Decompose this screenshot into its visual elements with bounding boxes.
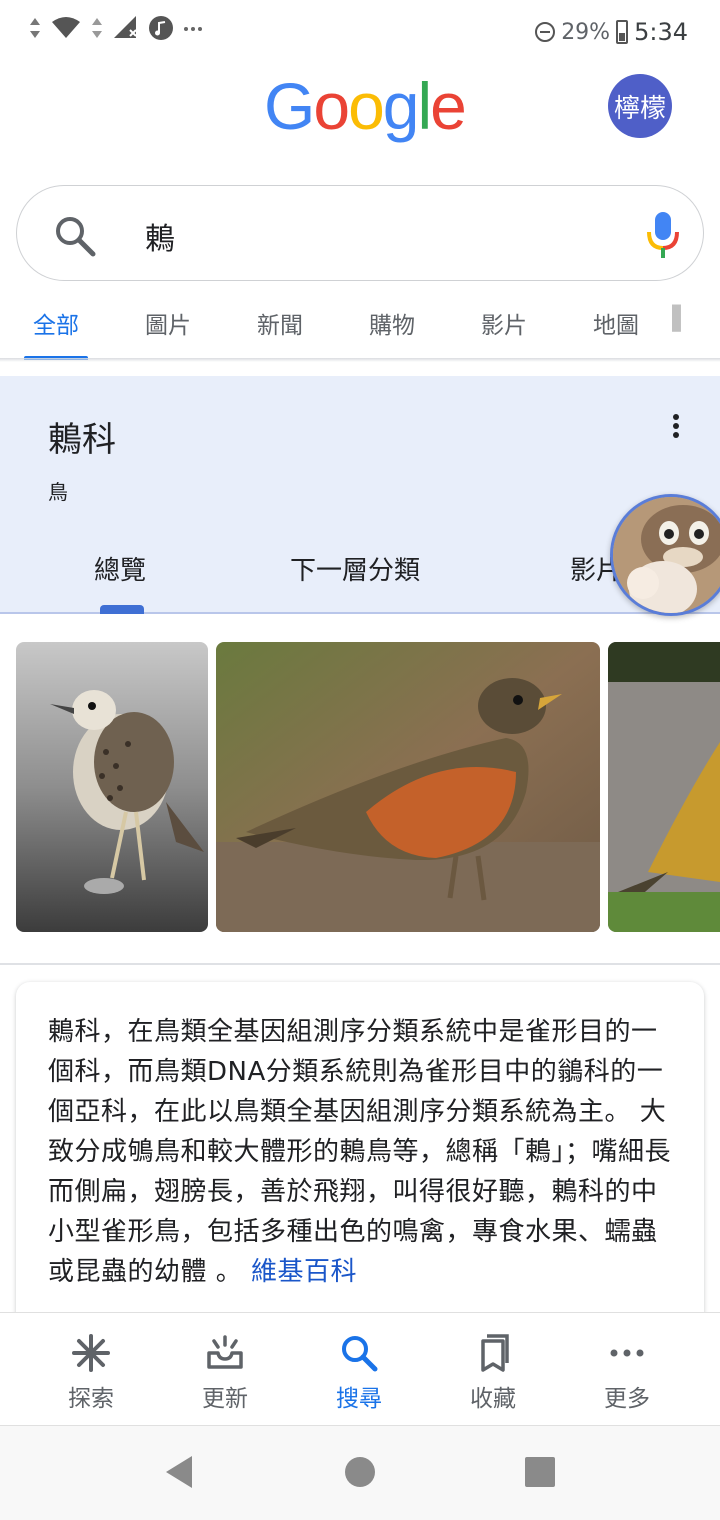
wikipedia-link[interactable]: 維基百科 [251,1257,357,1287]
description-card: 鶇科，在鳥類全基因組測序分類系統中是雀形目的一個科，而鳥類DNA分類系統則為雀形… [16,982,704,1342]
cat-image [613,497,720,613]
tab-all[interactable]: 全部 [0,296,112,360]
tab-overview[interactable]: 總覽 [94,550,146,587]
knowledge-panel-header: 鶇科 鳥 總覽 下一層分類 影片 [0,376,720,614]
thrush-photo-1 [16,642,208,932]
status-bar: 29% 5:34 [0,0,720,62]
nav-collections[interactable]: 收藏 [433,1313,553,1427]
more-dots-icon [610,1349,644,1357]
nav-more-label: 更多 [604,1386,650,1412]
wifi-icon [52,17,80,38]
tab-maps[interactable]: 地圖 [560,296,672,360]
home-icon[interactable] [344,1456,376,1488]
nav-discover-label: 探索 [68,1386,114,1412]
description-body: 鶇科，在鳥類全基因組測序分類系統中是雀形目的一個科，而鳥類DNA分類系統則為雀形… [48,1017,672,1287]
tab-images[interactable]: 圖片 [112,296,224,360]
asterisk-icon [72,1334,110,1372]
tabs-shadow [0,358,720,362]
more-options-icon[interactable] [664,414,688,442]
nav-updates[interactable]: 更新 [165,1313,285,1427]
battery-icon [616,20,629,44]
updates-tray-icon [207,1335,243,1369]
nav-collections-label: 收藏 [470,1386,516,1412]
microphone-icon[interactable] [645,210,681,260]
google-logo[interactable]: Google [264,68,467,144]
search-icon[interactable] [53,214,97,258]
data-arrows-icon [92,18,102,38]
tab-videos[interactable]: 影片 [448,296,560,360]
active-tab-indicator [100,605,144,614]
recents-icon[interactable] [524,1456,556,1488]
tab-more-cutoff[interactable]: ▌ [672,296,688,360]
thrush-photo-2 [216,642,600,932]
account-avatar[interactable]: 檸檬 [608,74,672,138]
collections-icon [481,1334,509,1372]
battery-percent: 29% [561,19,611,45]
tab-shopping[interactable]: 購物 [336,296,448,360]
bird-image-1[interactable] [16,642,208,932]
search-filter-tabs: 全部 圖片 新聞 購物 影片 地圖 ▌ [0,296,720,360]
nav-search[interactable]: 搜尋 [299,1313,419,1427]
bird-image-3[interactable] [608,642,720,932]
status-icons-right: 29% 5:34 [535,18,688,46]
nav-updates-label: 更新 [202,1386,248,1412]
floating-chat-head[interactable] [610,494,720,616]
data-arrows-icon [30,18,40,38]
tab-news[interactable]: 新聞 [224,296,336,360]
nav-more[interactable]: 更多 [567,1313,687,1427]
music-app-icon [149,16,173,40]
entity-title: 鶇科 [48,420,116,460]
signal-icon [114,16,137,38]
bird-image-2[interactable] [216,642,600,932]
system-navigation-bar [0,1426,720,1520]
clock: 5:34 [634,18,688,46]
search-icon [342,1336,378,1372]
bottom-navigation: 探索 更新 搜尋 收藏 更多 [0,1312,720,1426]
do-not-disturb-icon [535,22,556,42]
tab-subclassification[interactable]: 下一層分類 [290,550,420,587]
search-input[interactable]: 鶇 [145,214,175,258]
entity-subtitle: 鳥 [48,480,68,504]
nav-discover[interactable]: 探索 [31,1313,151,1427]
more-notifications-icon [184,27,202,31]
search-box[interactable]: 鶇 [16,185,704,281]
back-icon[interactable] [162,1454,196,1490]
status-icons-left [28,14,204,42]
section-divider [0,963,720,965]
thrush-photo-3 [608,642,720,932]
nav-search-label: 搜尋 [336,1386,382,1412]
description-text: 鶇科，在鳥類全基因組測序分類系統中是雀形目的一個科，而鳥類DNA分類系統則為雀形… [48,1012,676,1292]
